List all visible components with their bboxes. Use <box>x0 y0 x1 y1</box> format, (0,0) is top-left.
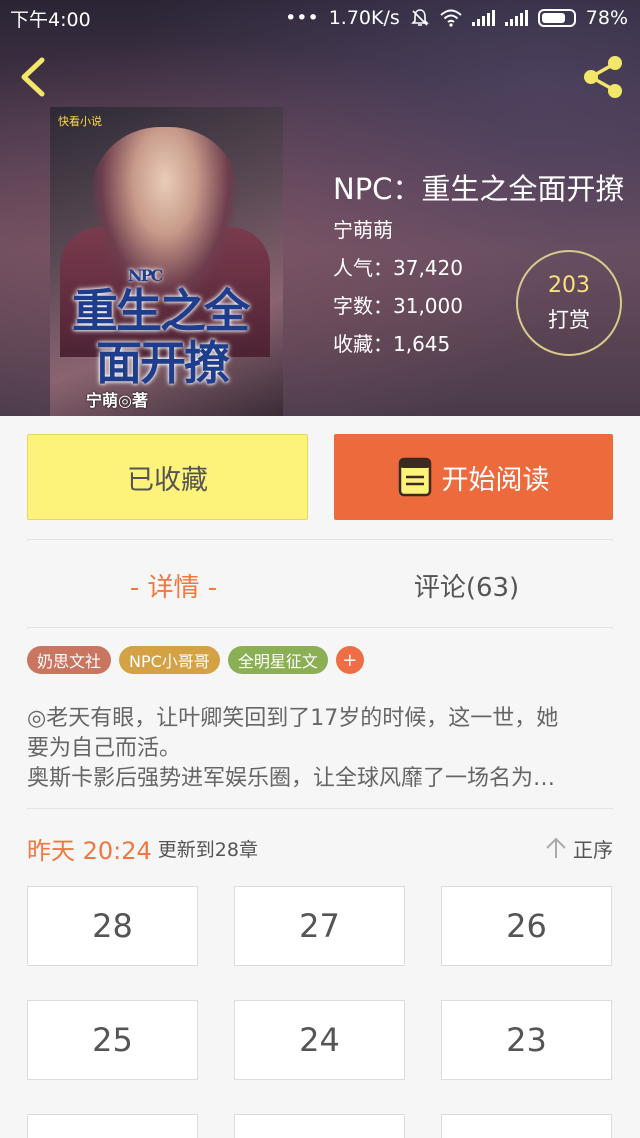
chapter-button[interactable]: 23 <box>441 1000 612 1080</box>
cover-title-line2: 面开撩 <box>96 336 230 390</box>
chapter-button[interactable]: 22 <box>27 1114 198 1138</box>
tag-list: 奶思文社 NPC小哥哥 全明星征文 + <box>27 646 364 674</box>
book-header: 下午4:00 ••• 1.70K/s 78% 快看小说 NPC 重生之全 面开撩… <box>0 0 640 416</box>
status-time: 下午4:00 <box>10 8 91 31</box>
update-time: 昨天 20:24 <box>27 836 152 865</box>
chapter-button[interactable]: 28 <box>27 886 198 966</box>
divider <box>27 808 613 809</box>
tab-details-label: - 详情 - <box>129 572 218 603</box>
tag-item[interactable]: 全明星征文 <box>227 646 328 674</box>
cover-title-line1: 重生之全 <box>72 284 250 338</box>
cover-publisher-logo: 快看小说 <box>58 115 102 128</box>
more-tags-button[interactable]: + <box>335 646 364 674</box>
chapter-button[interactable]: 21 <box>234 1114 405 1138</box>
share-button[interactable] <box>578 52 628 102</box>
update-info: 昨天 20:24 更新到28章 正序 <box>27 826 613 870</box>
divider <box>27 627 613 628</box>
back-button[interactable] <box>14 54 54 100</box>
share-icon <box>584 56 622 98</box>
tip-label: 打赏 <box>548 307 590 332</box>
book-title: NPC：重生之全面开撩 <box>333 172 625 206</box>
cover-author: 宁萌◎著 <box>86 391 148 410</box>
status-bar: 下午4:00 ••• 1.70K/s 78% <box>0 0 640 36</box>
cover-badge: NPC <box>128 266 163 285</box>
battery-icon <box>537 9 576 27</box>
tab-comments[interactable]: 评论(63) <box>320 555 613 615</box>
network-speed: 1.70K/s <box>328 7 400 29</box>
chapter-grid: 28 27 26 25 24 23 22 21 20 <box>27 886 613 1138</box>
tab-comments-label: 评论(63) <box>413 572 520 603</box>
arrow-up-icon <box>546 837 566 858</box>
battery-percent: 78% <box>585 7 628 29</box>
mute-bell-icon <box>410 9 429 26</box>
book-popularity: 人气：37,420 <box>333 256 463 280</box>
book-word-count: 字数：31,000 <box>333 294 463 318</box>
book-cover[interactable]: 快看小说 NPC 重生之全 面开撩 宁萌◎著 <box>50 107 283 416</box>
book-author[interactable]: 宁萌萌 <box>333 214 393 243</box>
tab-details[interactable]: - 详情 - <box>27 555 320 615</box>
status-dots: ••• <box>285 7 319 29</box>
cover-title: NPC 重生之全 面开撩 <box>72 266 272 390</box>
intro-line: 要为自己而活。 <box>27 736 182 761</box>
chapter-button[interactable]: 24 <box>234 1000 405 1080</box>
favorited-button[interactable]: 已收藏 <box>27 434 308 520</box>
sort-toggle[interactable]: 正序 <box>545 834 613 863</box>
chapter-button[interactable]: 25 <box>27 1000 198 1080</box>
tip-count: 203 <box>548 272 590 298</box>
chapter-button[interactable]: 20 <box>441 1114 612 1138</box>
chevron-left-icon <box>21 57 45 97</box>
sort-label: 正序 <box>573 837 613 862</box>
intro-line: 奥斯卡影后强势进军娱乐圈，让全球风靡了一场名为… <box>27 766 556 791</box>
start-reading-button[interactable]: 开始阅读 <box>334 434 613 520</box>
signal-icon-2 <box>504 10 528 26</box>
tip-button[interactable]: 203 打赏 <box>516 250 622 356</box>
tag-item[interactable]: 奶思文社 <box>27 646 112 674</box>
chapter-button[interactable]: 26 <box>441 886 612 966</box>
divider <box>27 539 613 540</box>
tag-item[interactable]: NPC小哥哥 <box>119 646 220 674</box>
wifi-icon <box>440 9 462 27</box>
intro-line: ◎老天有眼，让叶卿笑回到了17岁的时候，这一世，她 <box>27 706 559 731</box>
chapter-button[interactable]: 27 <box>234 886 405 966</box>
signal-icon <box>471 10 495 26</box>
book-icon <box>398 457 431 497</box>
book-intro[interactable]: ◎老天有眼，让叶卿笑回到了17岁的时候，这一世，她 要为自己而活。 奥斯卡影后强… <box>27 704 617 794</box>
favorited-label: 已收藏 <box>127 464 208 496</box>
update-text: 更新到28章 <box>157 838 258 861</box>
start-reading-label: 开始阅读 <box>441 464 550 496</box>
book-favorites: 收藏：1,645 <box>333 332 451 356</box>
